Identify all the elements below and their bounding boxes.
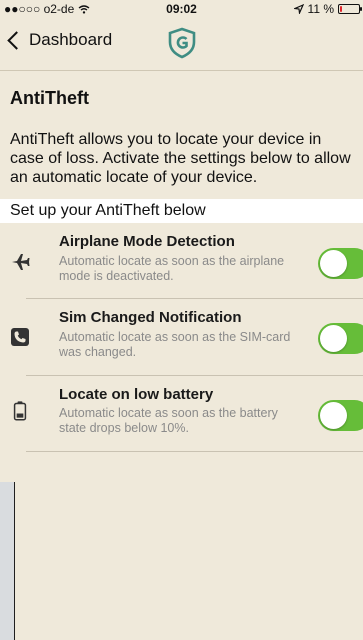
battery-level-fill	[340, 6, 342, 12]
setting-subtitle: Automatic locate as soon as the battery …	[59, 406, 278, 435]
battery-icon	[338, 4, 362, 14]
section-header-label: Set up your AntiTheft below	[10, 202, 206, 219]
back-label: Dashboard	[29, 30, 113, 49]
back-button[interactable]: Dashboard	[6, 30, 112, 50]
navigation-bar: Dashboard	[0, 18, 363, 71]
toggle-knob	[320, 402, 347, 429]
setting-row-airplane: Airplane Mode Detection Automatic locate…	[0, 223, 363, 298]
row-divider	[26, 451, 363, 452]
toggle-knob	[320, 250, 347, 277]
page-description: AntiTheft allows you to locate your devi…	[10, 131, 351, 186]
outside-area	[0, 482, 14, 640]
page-title: AntiTheft	[10, 88, 89, 108]
battery-percent: 11 %	[307, 2, 334, 16]
section-header: Set up your AntiTheft below	[0, 199, 363, 223]
setting-subtitle: Automatic locate as soon as the SIM-card…	[59, 330, 291, 359]
chevron-left-icon	[7, 30, 26, 50]
airplane-mode-toggle[interactable]	[318, 248, 363, 279]
shield-logo-icon	[168, 27, 196, 59]
low-battery-toggle[interactable]	[318, 400, 363, 431]
sim-changed-toggle[interactable]	[318, 323, 363, 354]
setting-subtitle: Automatic locate as soon as the airplane…	[59, 254, 285, 283]
location-arrow-icon	[293, 4, 304, 14]
setting-row-low-battery: Locate on low battery Automatic locate a…	[0, 376, 363, 452]
status-bar: ●●○○○ o2-de 09:02 11 %	[0, 0, 363, 18]
status-right: 11 %	[293, 2, 362, 16]
setting-row-sim: Sim Changed Notification Automatic locat…	[0, 299, 363, 375]
screen: ●●○○○ o2-de 09:02 11 % Dashboard AntiThe…	[0, 0, 363, 640]
battery-low-icon	[13, 401, 27, 421]
setting-title: Airplane Mode Detection	[59, 233, 235, 250]
airplane-icon	[12, 254, 30, 270]
setting-title: Locate on low battery	[59, 386, 214, 403]
setting-title: Sim Changed Notification	[59, 309, 242, 326]
phone-icon	[11, 328, 29, 346]
toggle-knob	[320, 325, 347, 352]
